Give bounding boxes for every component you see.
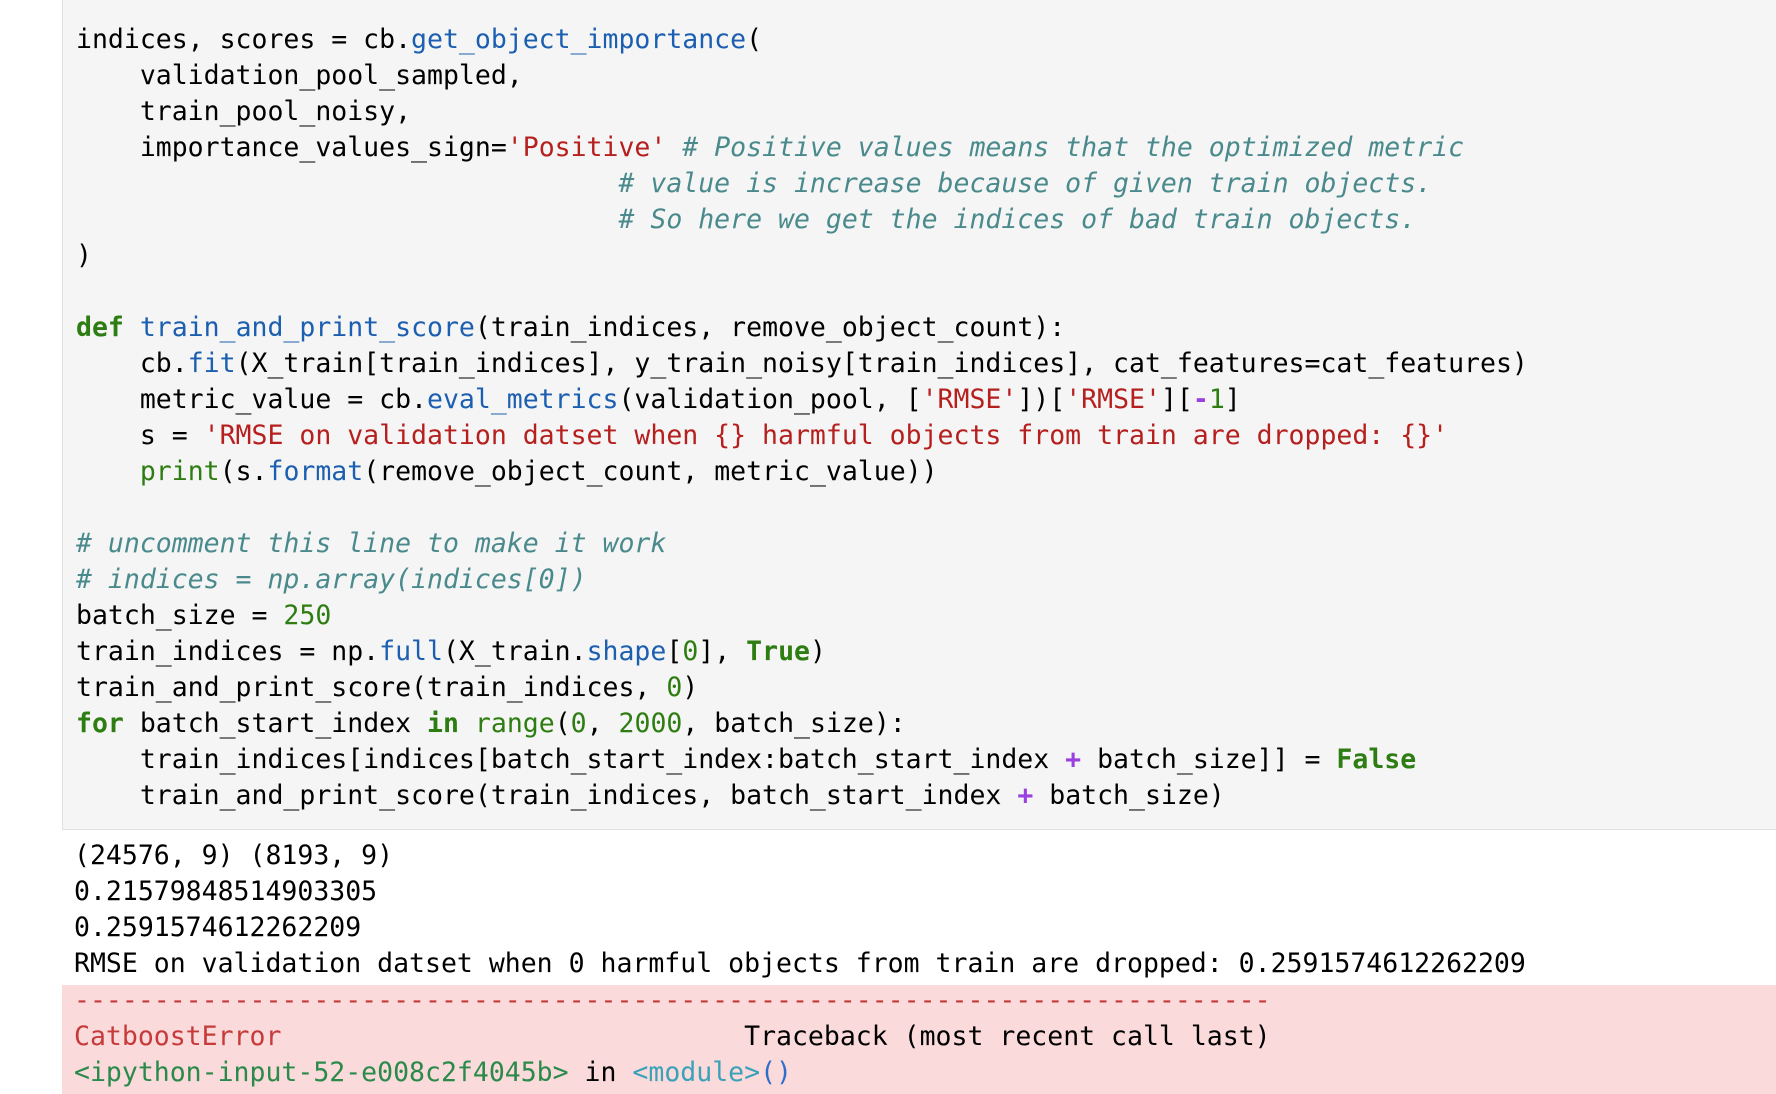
code-line-10: cb.fit(X_train[train_indices], y_train_n… xyxy=(76,348,1528,379)
code-editor[interactable]: indices, scores = cb.get_object_importan… xyxy=(76,22,1528,814)
output-line-1: (24576, 9) (8193, 9) xyxy=(74,840,394,871)
error-traceback: ----------------------------------------… xyxy=(74,985,1271,1088)
code-line-2: validation_pool_sampled, xyxy=(76,60,523,91)
output-line-4: RMSE on validation datset when 0 harmful… xyxy=(74,948,1526,979)
code-line-19: train_and_print_score(train_indices, 0) xyxy=(76,672,699,703)
output-line-2: 0.21579848514903305 xyxy=(74,876,378,907)
code-line-21: train_indices[indices[batch_start_index:… xyxy=(76,744,1417,775)
error-traceback-label: Traceback (most recent call last) xyxy=(744,1021,1271,1052)
error-module: <module> xyxy=(632,1057,761,1088)
code-line-1: indices, scores = cb.get_object_importan… xyxy=(76,24,763,55)
code-line-7: ) xyxy=(76,240,92,271)
error-input-ref[interactable]: <ipython-input-52-e008c2f4045b> xyxy=(74,1057,569,1088)
code-line-15: # uncomment this line to make it work xyxy=(76,528,667,559)
code-line-16: # indices = np.array(indices[0]) xyxy=(76,564,587,595)
output-line-3: 0.2591574612262209 xyxy=(74,912,362,943)
error-type: CatboostError xyxy=(74,1021,282,1052)
code-line-5: # value is increase because of given tra… xyxy=(618,168,1433,199)
error-dashes: ----------------------------------------… xyxy=(74,985,1271,1016)
code-line-17: batch_size = 250 xyxy=(76,600,332,631)
code-line-18: train_indices = np.full(X_train.shape[0]… xyxy=(76,636,826,667)
code-line-22: train_and_print_score(train_indices, bat… xyxy=(76,780,1225,811)
code-line-3: train_pool_noisy, xyxy=(76,96,412,127)
code-line-20: for batch_start_index in range(0, 2000, … xyxy=(76,708,906,739)
code-line-12: s = 'RMSE on validation datset when {} h… xyxy=(76,420,1449,451)
code-line-13: print(s.format(remove_object_count, metr… xyxy=(139,456,938,487)
code-line-11: metric_value = cb.eval_metrics(validatio… xyxy=(76,384,1241,415)
code-line-9: def train_and_print_score(train_indices,… xyxy=(76,312,1066,343)
cell-output: (24576, 9) (8193, 9) 0.21579848514903305… xyxy=(74,838,1526,982)
code-line-4: importance_values_sign='Positive' # Posi… xyxy=(76,132,1465,163)
code-line-6: # So here we get the indices of bad trai… xyxy=(618,204,1417,235)
